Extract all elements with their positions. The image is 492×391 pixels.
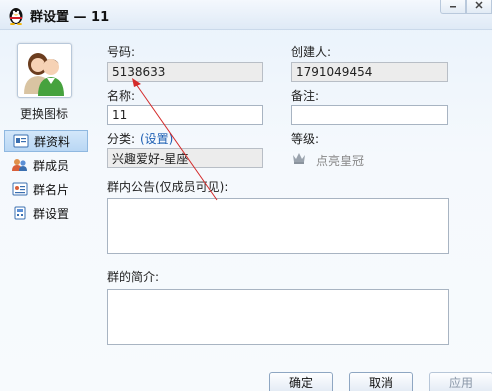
ok-button[interactable]: 确定 [269, 372, 333, 391]
annotation-arrow [132, 78, 218, 201]
apply-button[interactable]: 应用 [429, 372, 492, 391]
group-settings-window: 群设置 — 11 更换图标 群资料 群成员 群名片 群设置 号码: 513863… [0, 0, 492, 391]
cancel-button[interactable]: 取消 [349, 372, 413, 391]
